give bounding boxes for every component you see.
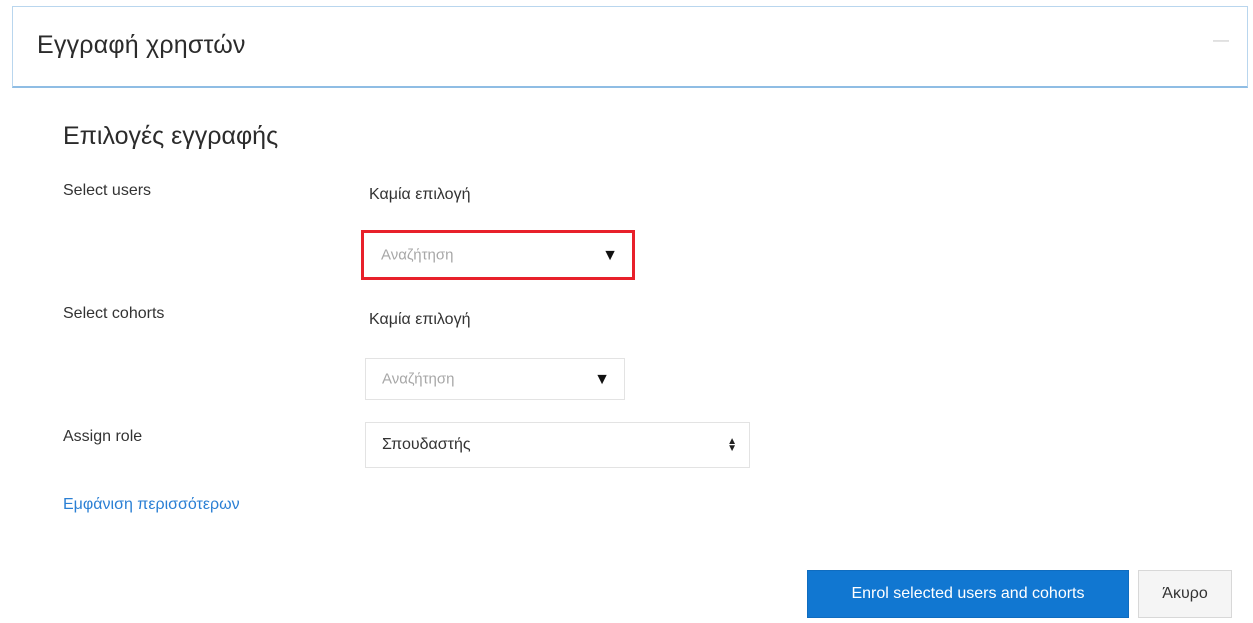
select-users-label: Select users xyxy=(63,182,152,199)
section-title: Επιλογές εγγραφής xyxy=(63,122,279,150)
modal-header: Εγγραφή χρηστών — xyxy=(12,6,1248,88)
cancel-button[interactable]: Άκυρο xyxy=(1138,570,1232,618)
enrol-button[interactable]: Enrol selected users and cohorts xyxy=(807,570,1129,618)
select-users-search-input[interactable] xyxy=(381,246,581,264)
select-cohorts-search[interactable]: ▼ xyxy=(365,358,625,400)
select-users-selection: Καμία επιλογή xyxy=(369,186,471,203)
assign-role-label: Assign role xyxy=(63,428,143,445)
close-icon[interactable]: — xyxy=(1213,33,1229,49)
caret-down-icon[interactable]: ▼ xyxy=(594,371,610,388)
modal-title: Εγγραφή χρηστών xyxy=(37,31,246,59)
select-cohorts-label: Select cohorts xyxy=(63,305,165,322)
select-cohorts-selection: Καμία επιλογή xyxy=(369,311,471,328)
assign-role-value: Σπουδαστής xyxy=(382,436,471,453)
enrol-users-modal: Εγγραφή χρηστών — Επιλογές εγγραφής Sele… xyxy=(0,0,1253,623)
select-updown-icon: ▲ ▼ xyxy=(727,436,737,454)
show-more-link[interactable]: Εμφάνιση περισσότερων xyxy=(63,496,240,514)
select-cohorts-search-input[interactable] xyxy=(382,370,582,388)
assign-role-select[interactable]: Σπουδαστής ▲ ▼ xyxy=(365,422,750,468)
select-users-search[interactable]: ▼ xyxy=(361,230,635,280)
caret-down-icon[interactable]: ▼ xyxy=(602,247,618,264)
